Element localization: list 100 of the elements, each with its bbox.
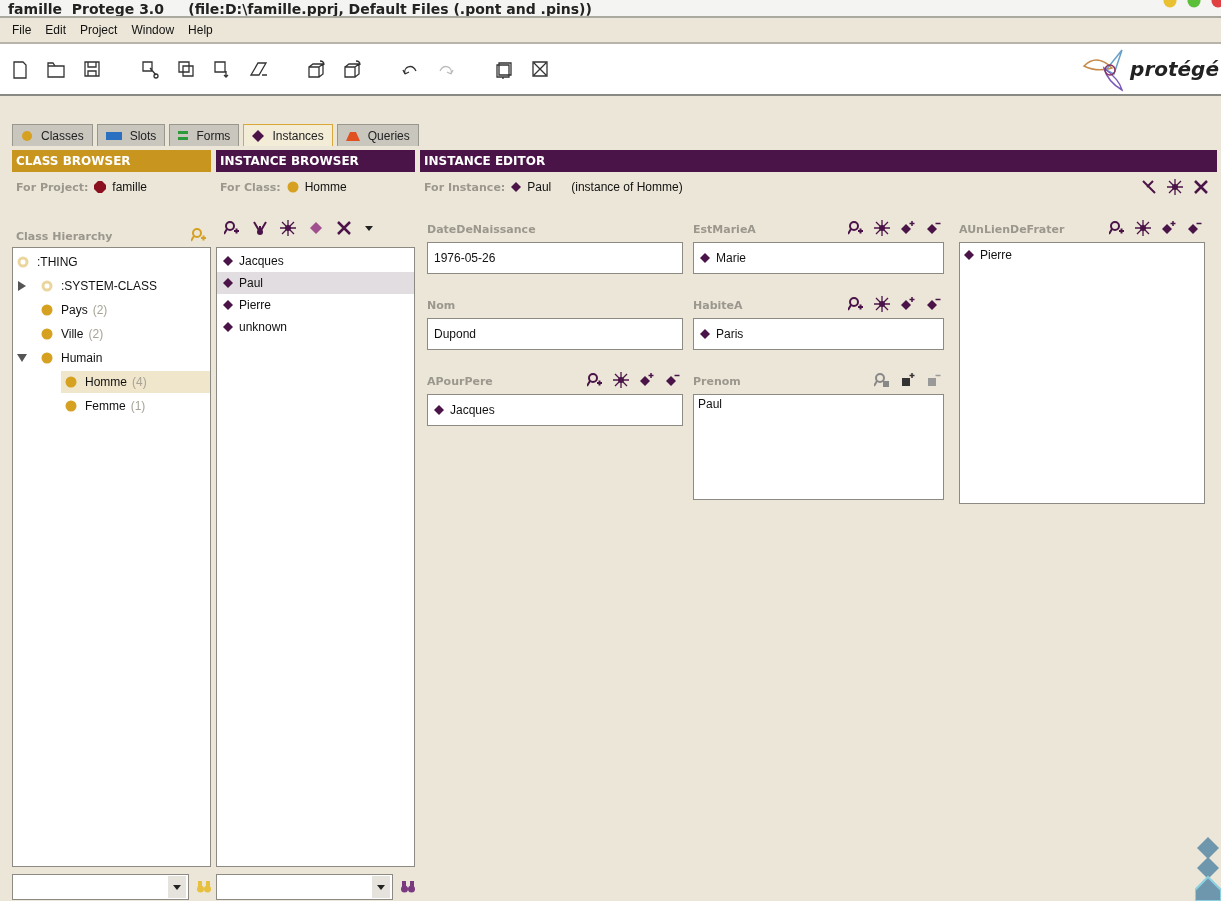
menu-item[interactable]: Edit — [41, 23, 77, 37]
diamond-minus-icon — [926, 296, 942, 312]
sparkle-icon — [874, 296, 890, 312]
square-minus-icon — [926, 372, 942, 388]
magnifier-icon — [1109, 220, 1125, 236]
instance-field[interactable]: Paris — [693, 318, 944, 350]
menu-item[interactable]: File — [8, 23, 42, 37]
section-label: Class Hierarchy — [16, 230, 113, 243]
tree-item[interactable]: Homme (4) — [61, 371, 210, 393]
tree-item[interactable]: Humain — [37, 347, 210, 369]
sparkle-icon — [613, 372, 629, 388]
tree-item[interactable]: :THING — [13, 251, 210, 273]
circle-icon — [286, 181, 299, 193]
diamond-plus-icon — [900, 220, 916, 236]
tree-item[interactable]: Pays (2) — [37, 299, 210, 321]
diamond-icon — [700, 329, 710, 339]
delete-icon — [336, 219, 352, 236]
magnifier-icon — [224, 219, 240, 236]
instance-type: (instance of Homme) — [571, 180, 683, 194]
window-icon — [494, 59, 514, 79]
sparkle-icon — [280, 219, 296, 236]
diamond-icon — [700, 253, 710, 263]
diamond-icon — [223, 300, 233, 310]
ring-icon — [17, 256, 29, 268]
magnifier-icon — [587, 372, 603, 388]
tab[interactable]: Queries — [336, 124, 419, 146]
instance-name: Paul — [527, 180, 552, 194]
slot-label: Prenom — [693, 375, 741, 388]
list-item[interactable]: unknown — [217, 316, 414, 338]
diamond-icon — [434, 405, 444, 415]
close-window-icon — [530, 59, 550, 79]
class-name: Homme — [304, 180, 347, 194]
list-item[interactable]: Paul — [217, 272, 414, 294]
diamond-plus-icon — [1161, 220, 1177, 236]
text-area[interactable]: Paul — [693, 394, 944, 500]
panel-header: INSTANCE EDITOR — [420, 150, 1217, 172]
menu-item[interactable]: Window — [127, 23, 185, 37]
circle-icon — [41, 328, 53, 340]
slot-label: HabiteA — [693, 299, 743, 312]
tab[interactable]: Forms — [169, 124, 240, 146]
circle-icon — [41, 352, 53, 364]
tree-item[interactable]: Femme (1) — [61, 395, 210, 417]
tab[interactable]: Classes — [12, 124, 93, 146]
square-plus-icon — [900, 372, 916, 388]
diamond-plus-icon — [639, 372, 655, 388]
menu-item[interactable]: Project — [76, 23, 128, 37]
tree-item[interactable]: :SYSTEM-CLASS — [37, 275, 210, 297]
panel-header: CLASS BROWSER — [12, 150, 211, 172]
circle-icon — [65, 376, 77, 388]
eraser-icon — [248, 59, 268, 79]
circle-icon — [41, 304, 53, 316]
diamond-icon — [964, 250, 974, 260]
lines-icon — [178, 129, 189, 142]
diamond-icon — [223, 278, 233, 288]
cube-arrow-icon — [342, 59, 362, 79]
magnifier-icon — [191, 227, 207, 243]
diamond-minus-icon — [926, 220, 942, 236]
combo-field[interactable] — [12, 874, 189, 900]
diamond-icon — [252, 129, 265, 142]
copy-icon — [176, 59, 196, 79]
sparkle-icon — [1167, 179, 1183, 195]
folder-icon — [46, 59, 66, 79]
delete-icon — [1193, 179, 1209, 195]
caret-icon — [172, 882, 182, 892]
combo-field[interactable] — [216, 874, 393, 900]
diamonds-drawing — [1195, 837, 1221, 901]
cube-arrow-icon — [306, 59, 326, 79]
circle-icon — [65, 400, 77, 412]
field-label: For Instance: — [424, 180, 506, 194]
magnifier-icon — [848, 296, 864, 312]
instance-field[interactable]: Marie — [693, 242, 944, 274]
slot-label: AUnLienDeFrater — [959, 223, 1065, 236]
slot-label: EstMarieA — [693, 223, 756, 236]
diamond-icon — [223, 256, 233, 266]
sparkle-icon — [874, 220, 890, 236]
text-field[interactable]: Dupond — [427, 318, 683, 350]
save-icon — [82, 59, 102, 79]
diamond-plus-icon — [900, 296, 916, 312]
tree-item[interactable]: Ville (2) — [37, 323, 210, 345]
slot-label: APourPere — [427, 375, 493, 388]
slot-label: Nom — [427, 299, 456, 312]
rectangle-icon — [105, 130, 122, 141]
list-item[interactable]: Pierre — [217, 294, 414, 316]
project-name: famille — [112, 180, 148, 194]
tab[interactable]: Instances — [243, 124, 333, 146]
tab[interactable]: Slots — [96, 124, 166, 146]
text-field[interactable]: 1976-05-26 — [427, 242, 683, 274]
diamond-minus-icon — [1187, 220, 1203, 236]
diamond-icon — [223, 322, 233, 332]
new-document-icon — [10, 59, 30, 79]
caret-icon — [376, 882, 386, 892]
binoculars-icon — [401, 880, 415, 894]
octagon-icon — [94, 181, 107, 193]
list-item[interactable]: Pierre — [964, 247, 1200, 263]
instance-field[interactable]: Jacques — [427, 394, 683, 426]
sparkle-icon — [1135, 220, 1151, 236]
ring-icon — [41, 280, 53, 292]
magnifier-icon — [848, 220, 864, 236]
menu-item[interactable]: Help — [184, 23, 223, 37]
list-item[interactable]: Jacques — [217, 250, 414, 272]
